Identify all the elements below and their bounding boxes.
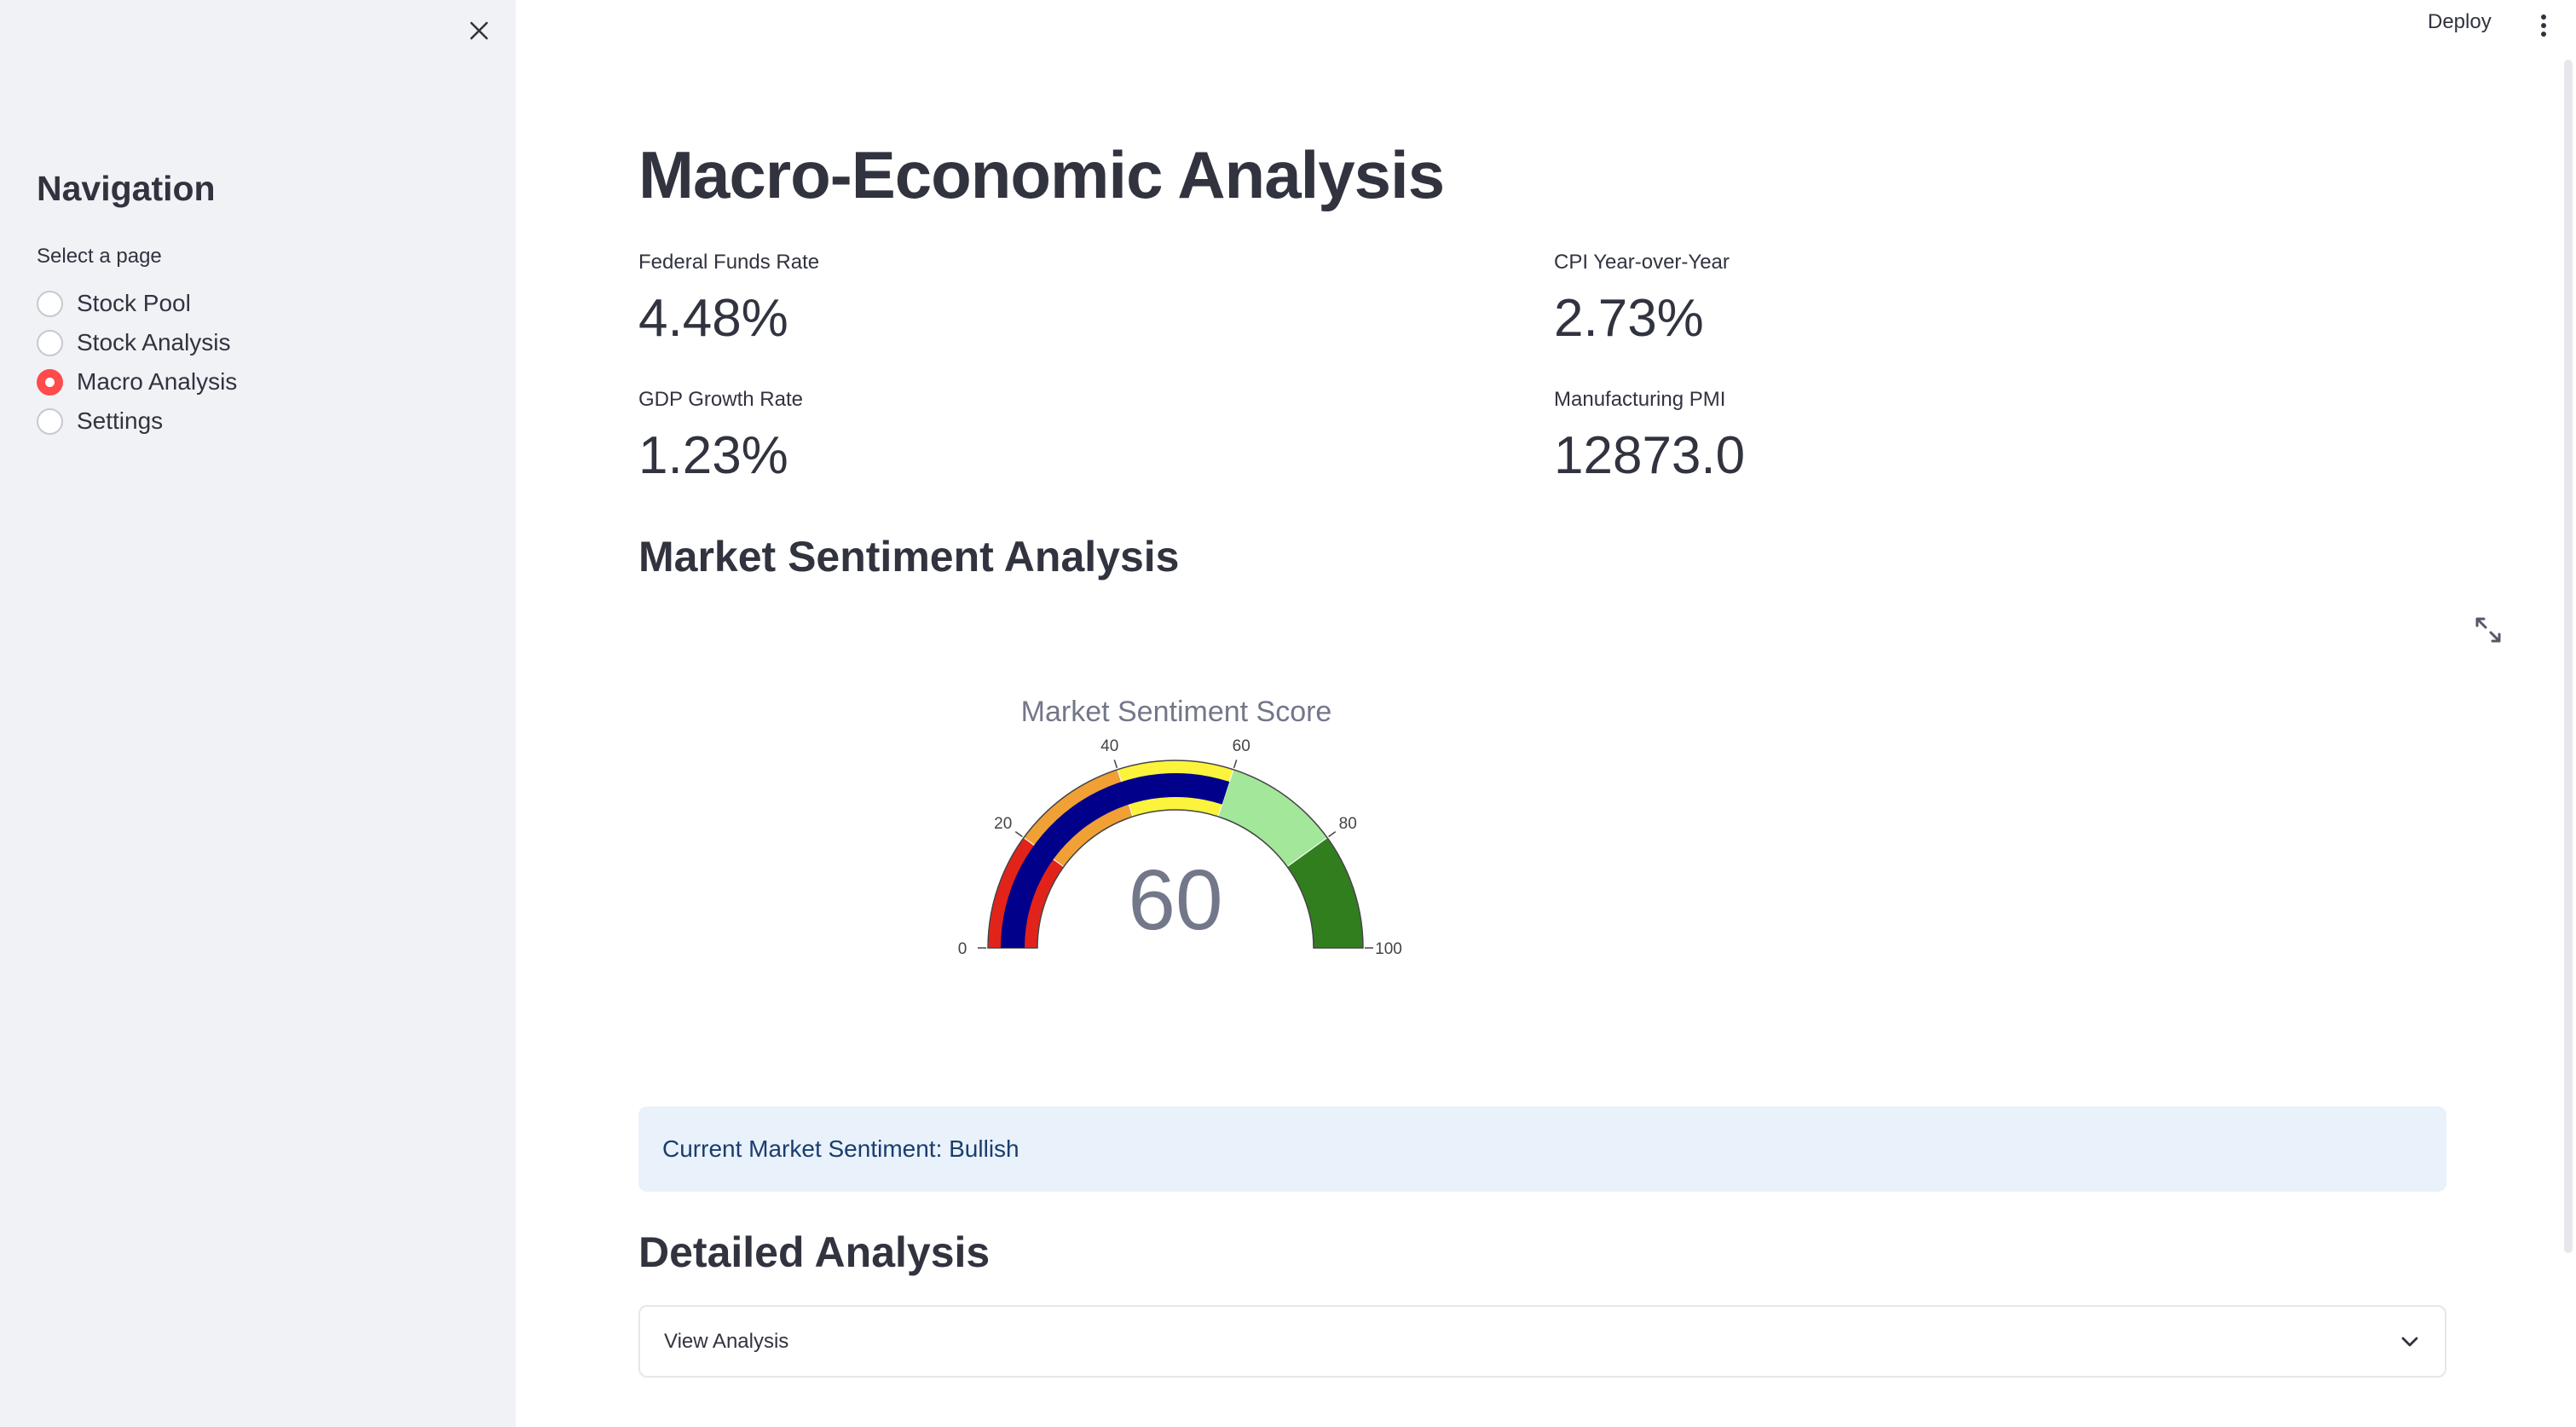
page-scrollbar[interactable] [2564, 60, 2573, 1253]
gauge-tick-4 [1328, 831, 1337, 838]
more-vertical-icon-dot [2541, 23, 2546, 28]
gauge-tick-2 [1113, 760, 1118, 769]
gauge-tick-label-3: 60 [1233, 737, 1250, 755]
nav-option-stock-pool[interactable]: Stock Pool [37, 286, 191, 321]
nav-option-macro-analysis[interactable]: Macro Analysis [37, 365, 237, 399]
metric-label: GDP Growth Rate [638, 388, 803, 411]
nav-option-settings[interactable]: Settings [37, 404, 163, 438]
metric-manufacturing-pmi: Manufacturing PMI 12873.0 [1554, 388, 1745, 486]
metric-federal-funds-rate: Federal Funds Rate 4.48% [638, 251, 819, 349]
sentiment-gauge-chart: Market Sentiment Score 0 20 40 60 80 100 60 [938, 682, 1500, 972]
gauge-tick-label-4: 80 [1339, 815, 1357, 833]
metric-value: 4.48% [638, 289, 788, 348]
view-analysis-expander[interactable]: View Analysis [638, 1305, 2446, 1378]
metric-value: 1.23% [638, 426, 788, 485]
gauge-svg: 0 20 40 60 80 100 60 [958, 737, 1402, 958]
nav-option-label: Stock Pool [77, 290, 191, 316]
expander-label: View Analysis [664, 1329, 789, 1353]
metric-label: Manufacturing PMI [1554, 388, 1726, 411]
sidebar-title: Navigation [37, 169, 216, 208]
close-sidebar-button[interactable] [460, 12, 498, 49]
radio-group-caption: Select a page [37, 245, 162, 268]
page-title: Macro-Economic Analysis [638, 137, 1445, 212]
gauge-tick-1 [1014, 831, 1023, 838]
deploy-button[interactable]: Deploy [2428, 10, 2492, 34]
main-menu-button[interactable] [2533, 10, 2554, 41]
gauge-tick-label-0: 0 [958, 940, 967, 958]
gauge-tick-3 [1233, 760, 1238, 769]
metric-label: CPI Year-over-Year [1554, 251, 1730, 274]
metric-cpi-yoy: CPI Year-over-Year 2.73% [1554, 251, 1730, 349]
metric-gdp-growth-rate: GDP Growth Rate 1.23% [638, 388, 803, 486]
gauge-tick-label-5: 100 [1375, 940, 1402, 958]
more-vertical-icon-dot [2541, 32, 2546, 37]
more-vertical-icon [2541, 14, 2546, 20]
nav-option-label: Settings [77, 407, 164, 434]
metric-label: Federal Funds Rate [638, 251, 820, 274]
detailed-analysis-heading: Detailed Analysis [638, 1228, 991, 1276]
radio-button-selected[interactable] [37, 368, 63, 396]
close-icon [470, 21, 488, 40]
sidebar: Navigation Select a page Stock Pool Stoc… [0, 0, 516, 1427]
chevron-down-icon [2401, 1337, 2418, 1346]
fullscreen-icon [2475, 617, 2501, 643]
fullscreen-button[interactable] [2474, 615, 2503, 644]
gauge-tick-label-2: 40 [1100, 737, 1118, 755]
nav-option-stock-analysis[interactable]: Stock Analysis [37, 326, 231, 360]
gauge-value-number: 60 [1128, 852, 1222, 948]
sentiment-info-alert: Current Market Sentiment: Bullish [638, 1106, 2446, 1192]
gauge-tick-label-1: 20 [994, 815, 1012, 833]
metric-value: 12873.0 [1554, 426, 1746, 485]
sentiment-section-heading: Market Sentiment Analysis [638, 533, 1180, 581]
metric-value: 2.73% [1554, 289, 1704, 348]
nav-option-label: Stock Analysis [77, 329, 231, 355]
nav-option-label: Macro Analysis [77, 368, 238, 395]
radio-button[interactable] [37, 329, 63, 356]
radio-button[interactable] [37, 290, 63, 317]
radio-button[interactable] [37, 407, 63, 435]
sentiment-info-text: Current Market Sentiment: Bullish [662, 1135, 1019, 1162]
